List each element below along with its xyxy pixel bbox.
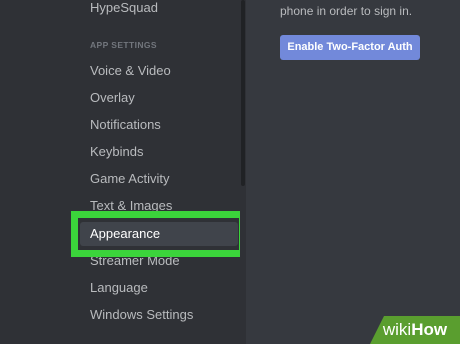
sidebar-item-language[interactable]: Language bbox=[80, 276, 238, 300]
watermark-prefix: wiki bbox=[382, 320, 412, 339]
sidebar-item-voice-video[interactable]: Voice & Video bbox=[80, 59, 238, 83]
sidebar-item-notifications[interactable]: Notifications bbox=[80, 113, 238, 137]
tutorial-highlight-box bbox=[71, 211, 246, 257]
sidebar-item-keybinds[interactable]: Keybinds bbox=[80, 140, 238, 164]
sidebar-item-overlay[interactable]: Overlay bbox=[80, 86, 238, 110]
discord-user-settings: HypeSquad APP SETTINGS Voice & Video Ove… bbox=[0, 0, 460, 344]
enable-two-factor-auth-button[interactable]: Enable Two-Factor Auth bbox=[280, 35, 420, 60]
two-factor-description: phone in order to sign in. bbox=[280, 4, 413, 18]
wikihow-watermark-logo: wikiHow bbox=[370, 316, 460, 344]
sidebar-item-windows-settings[interactable]: Windows Settings bbox=[80, 303, 238, 327]
sidebar-scrollbar-thumb[interactable] bbox=[241, 0, 245, 186]
sidebar-item-game-activity[interactable]: Game Activity bbox=[80, 167, 238, 191]
settings-sidebar: HypeSquad APP SETTINGS Voice & Video Ove… bbox=[0, 0, 246, 344]
watermark-suffix: How bbox=[411, 320, 448, 339]
sidebar-item-hypesquad[interactable]: HypeSquad bbox=[80, 0, 238, 20]
sidebar-section-header-app-settings: APP SETTINGS bbox=[90, 40, 157, 50]
